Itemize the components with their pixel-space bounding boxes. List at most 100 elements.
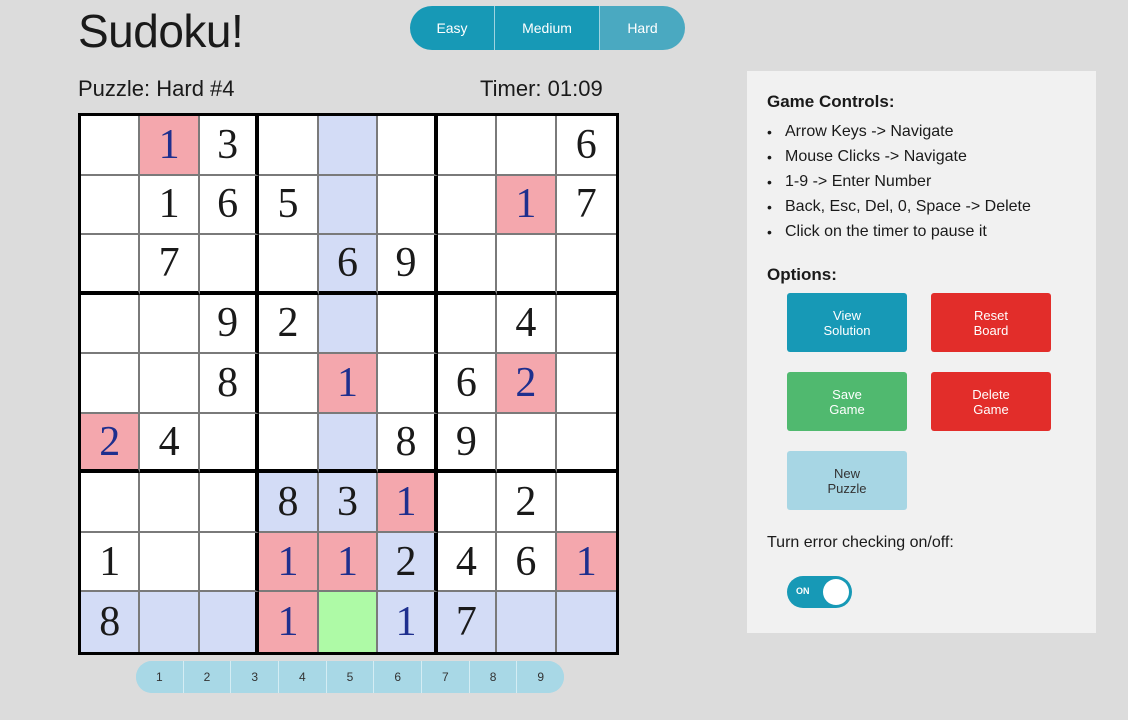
sudoku-cell[interactable]: 7 <box>140 235 200 295</box>
sudoku-cell[interactable]: 1 <box>556 532 616 593</box>
sudoku-cell[interactable] <box>556 235 616 295</box>
difficulty-medium-button[interactable]: Medium <box>494 6 599 50</box>
sudoku-cell[interactable]: 1 <box>497 175 557 236</box>
sudoku-cell[interactable]: 2 <box>81 413 141 474</box>
sudoku-cell[interactable] <box>81 473 141 533</box>
sudoku-cell[interactable] <box>497 592 557 652</box>
reset-board-button[interactable]: Reset Board <box>931 293 1051 352</box>
difficulty-easy-button[interactable]: Easy <box>410 6 494 50</box>
sudoku-cell[interactable] <box>437 175 498 236</box>
sudoku-cell[interactable] <box>318 413 379 474</box>
sudoku-cell[interactable] <box>437 294 498 355</box>
sudoku-cell[interactable]: 8 <box>259 473 319 533</box>
sudoku-cell[interactable] <box>81 354 141 414</box>
sudoku-cell[interactable] <box>199 532 260 593</box>
sudoku-cell[interactable]: 9 <box>437 413 498 474</box>
sudoku-cell[interactable]: 9 <box>378 235 438 295</box>
sudoku-cell[interactable]: 1 <box>259 532 319 593</box>
sudoku-cell[interactable] <box>497 413 557 474</box>
sudoku-cell[interactable]: 1 <box>378 592 438 652</box>
numpad-button-2[interactable]: 2 <box>182 661 231 693</box>
sudoku-cell-selected[interactable] <box>318 592 379 652</box>
sudoku-cell[interactable] <box>556 413 616 474</box>
sudoku-cell[interactable]: 2 <box>378 532 438 593</box>
sudoku-cell[interactable] <box>259 413 319 474</box>
sudoku-cell[interactable] <box>437 473 498 533</box>
sudoku-cell[interactable] <box>140 294 200 355</box>
sudoku-cell[interactable] <box>318 175 379 236</box>
sudoku-cell[interactable]: 2 <box>259 294 319 355</box>
sudoku-cell[interactable] <box>199 473 260 533</box>
sudoku-cell[interactable]: 8 <box>199 354 260 414</box>
sudoku-cell[interactable] <box>259 235 319 295</box>
sudoku-cell[interactable] <box>199 413 260 474</box>
sudoku-cell[interactable]: 9 <box>199 294 260 355</box>
sudoku-cell[interactable]: 1 <box>140 116 200 176</box>
sudoku-cell[interactable] <box>199 235 260 295</box>
sudoku-cell[interactable] <box>259 116 319 176</box>
sudoku-cell[interactable] <box>259 354 319 414</box>
sudoku-cell[interactable]: 3 <box>318 473 379 533</box>
numpad-button-4[interactable]: 4 <box>278 661 326 693</box>
sudoku-cell[interactable] <box>140 354 200 414</box>
error-checking-toggle[interactable]: ON <box>787 576 852 608</box>
sudoku-cell[interactable]: 5 <box>259 175 319 236</box>
sudoku-cell[interactable] <box>81 175 141 236</box>
sudoku-cell[interactable] <box>378 294 438 355</box>
sudoku-cell[interactable]: 4 <box>497 294 557 355</box>
sudoku-cell[interactable]: 2 <box>497 473 557 533</box>
timer[interactable]: Timer: 01:09 <box>480 76 603 102</box>
sudoku-cell[interactable]: 4 <box>437 532 498 593</box>
sudoku-cell[interactable] <box>140 473 200 533</box>
sudoku-cell[interactable] <box>497 116 557 176</box>
sudoku-cell[interactable] <box>556 354 616 414</box>
sudoku-cell[interactable] <box>378 175 438 236</box>
sudoku-cell[interactable]: 2 <box>497 354 557 414</box>
sudoku-cell[interactable] <box>318 116 379 176</box>
sudoku-cell[interactable]: 1 <box>318 532 379 593</box>
numpad-button-5[interactable]: 5 <box>325 661 374 693</box>
sudoku-cell[interactable]: 6 <box>497 532 557 593</box>
numpad-button-7[interactable]: 7 <box>421 661 469 693</box>
new-puzzle-button[interactable]: New Puzzle <box>787 451 907 510</box>
numpad-button-8[interactable]: 8 <box>468 661 517 693</box>
save-game-button[interactable]: Save Game <box>787 372 907 431</box>
sudoku-cell[interactable] <box>81 116 141 176</box>
sudoku-cell[interactable] <box>140 592 200 652</box>
numpad-button-9[interactable]: 9 <box>516 661 564 693</box>
numpad-button-6[interactable]: 6 <box>373 661 422 693</box>
sudoku-cell[interactable]: 6 <box>556 116 616 176</box>
sudoku-cell[interactable] <box>318 294 379 355</box>
sudoku-cell[interactable]: 8 <box>81 592 141 652</box>
sudoku-cell[interactable]: 6 <box>318 235 379 295</box>
sudoku-cell[interactable] <box>378 116 438 176</box>
sudoku-cell[interactable] <box>556 592 616 652</box>
sudoku-cell[interactable] <box>140 532 200 593</box>
sudoku-cell[interactable]: 1 <box>318 354 379 414</box>
sudoku-cell[interactable]: 1 <box>140 175 200 236</box>
sudoku-cell[interactable]: 3 <box>199 116 260 176</box>
sudoku-cell[interactable] <box>437 235 498 295</box>
sudoku-cell[interactable] <box>81 294 141 355</box>
sudoku-cell[interactable] <box>497 235 557 295</box>
sudoku-cell[interactable]: 1 <box>81 532 141 593</box>
sudoku-cell[interactable]: 1 <box>259 592 319 652</box>
difficulty-hard-button[interactable]: Hard <box>599 6 685 50</box>
sudoku-cell[interactable]: 4 <box>140 413 200 474</box>
sudoku-cell[interactable] <box>556 294 616 355</box>
sudoku-cell[interactable] <box>437 116 498 176</box>
sudoku-cell[interactable] <box>378 354 438 414</box>
numpad-button-3[interactable]: 3 <box>230 661 279 693</box>
sudoku-cell[interactable]: 6 <box>199 175 260 236</box>
sudoku-cell[interactable]: 1 <box>378 473 438 533</box>
sudoku-cell[interactable]: 7 <box>556 175 616 236</box>
sudoku-cell[interactable]: 6 <box>437 354 498 414</box>
numpad-button-1[interactable]: 1 <box>136 661 183 693</box>
sudoku-cell[interactable] <box>556 473 616 533</box>
sudoku-cell[interactable]: 7 <box>437 592 498 652</box>
sudoku-cell[interactable] <box>81 235 141 295</box>
sudoku-cell[interactable] <box>199 592 260 652</box>
sudoku-cell[interactable]: 8 <box>378 413 438 474</box>
view-solution-button[interactable]: View Solution <box>787 293 907 352</box>
delete-game-button[interactable]: Delete Game <box>931 372 1051 431</box>
